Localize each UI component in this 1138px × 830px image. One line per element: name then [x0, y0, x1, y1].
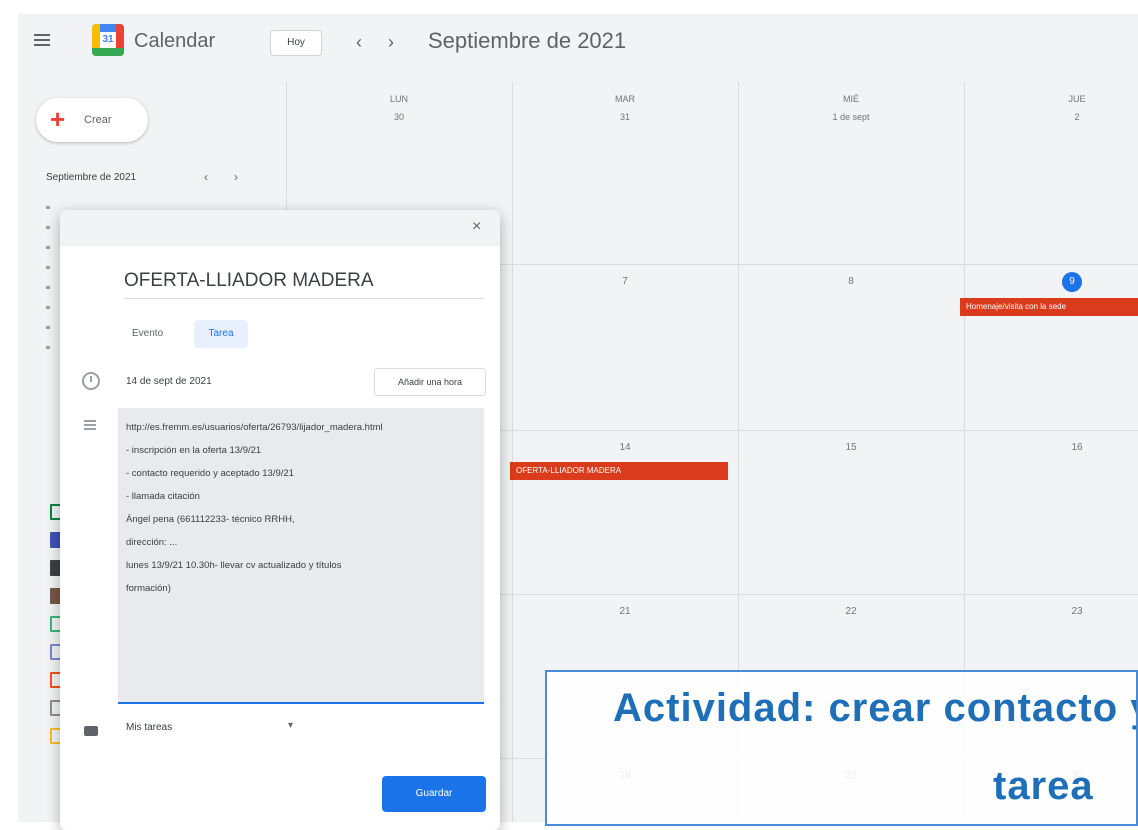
tab-event[interactable]: Evento: [132, 328, 163, 339]
description-line: dirección: ...: [126, 537, 178, 548]
add-time-button[interactable]: Añadir una hora: [374, 368, 486, 396]
description-line: formación): [126, 583, 171, 594]
previous-period-button[interactable]: ‹: [356, 32, 362, 53]
day-header-tue: MAR: [615, 94, 635, 104]
cell-date[interactable]: 23: [964, 606, 1138, 617]
plus-icon: +: [50, 104, 66, 134]
close-icon[interactable]: ×: [472, 218, 481, 236]
mini-calendar-day[interactable]: [46, 266, 50, 269]
cell-date[interactable]: 16: [964, 442, 1138, 453]
mini-calendar-day[interactable]: [46, 286, 50, 289]
mini-calendar-day[interactable]: [46, 206, 50, 209]
day-header-mon: LUN: [389, 94, 408, 104]
main-menu-icon[interactable]: [34, 34, 50, 46]
create-button[interactable]: + Crear: [36, 98, 148, 142]
mini-calendar-day[interactable]: [46, 326, 50, 329]
create-label: Crear: [84, 114, 112, 126]
chevron-down-icon[interactable]: ▾: [288, 720, 293, 731]
mini-calendar-day[interactable]: [46, 346, 50, 349]
mini-calendar-day[interactable]: [46, 226, 50, 229]
description-line: - contacto requerido y aceptado 13/9/21: [126, 468, 294, 479]
tab-task[interactable]: Tarea: [194, 320, 248, 348]
calendar-task-event[interactable]: OFERTA-LLIADOR MADERA: [510, 462, 728, 480]
day-date-mon[interactable]: 30: [286, 112, 512, 122]
mini-calendar-day[interactable]: [46, 306, 50, 309]
banner-line-1: Actividad: crear contacto y: [613, 686, 1138, 730]
cell-date[interactable]: 21: [512, 606, 738, 617]
day-date-tue[interactable]: 31: [512, 112, 738, 122]
task-title-input[interactable]: OFERTA-LLIADOR MADERA: [124, 270, 484, 299]
mini-calendar-prev-button[interactable]: ‹: [204, 170, 208, 184]
save-button[interactable]: Guardar: [382, 776, 486, 812]
task-date-field[interactable]: 14 de sept de 2021: [126, 376, 212, 387]
today-button[interactable]: Hoy: [270, 30, 322, 56]
day-header-thu: JUE: [1068, 94, 1086, 104]
description-textarea[interactable]: http://es.fremm.es/usuarios/oferta/26793…: [118, 408, 484, 704]
description-line: - llamada citación: [126, 491, 200, 502]
day-date-thu[interactable]: 2: [964, 112, 1138, 122]
description-line: http://es.fremm.es/usuarios/oferta/26793…: [126, 422, 383, 433]
dialog-header: [60, 210, 500, 246]
description-icon: [84, 420, 96, 430]
mini-calendar-title: Septiembre de 2021: [46, 172, 137, 183]
calendar-logo-icon: 31: [92, 24, 124, 56]
cell-date[interactable]: 22: [738, 606, 964, 617]
task-list-icon: [84, 726, 98, 736]
day-header-wed: MIÉ: [842, 94, 859, 104]
app-title: Calendar: [134, 30, 216, 52]
task-dialog: × OFERTA-LLIADOR MADERA Evento Tarea 14 …: [60, 210, 500, 830]
banner-line-2: tarea: [993, 764, 1094, 808]
cell-date[interactable]: 14: [512, 442, 738, 453]
next-period-button[interactable]: ›: [388, 32, 394, 53]
day-date-wed[interactable]: 1 de sept: [738, 112, 964, 122]
activity-banner: Actividad: crear contacto y tarea: [545, 670, 1138, 826]
cell-date[interactable]: 8: [738, 276, 964, 287]
calendar-event[interactable]: Homenaje/visita con la sede: [960, 298, 1138, 316]
today-date-marker[interactable]: 9: [1062, 272, 1082, 292]
description-line: lunes 13/9/21 10.30h- llevar cv actualiz…: [126, 560, 342, 571]
mini-calendar-next-button[interactable]: ›: [234, 170, 238, 184]
clock-icon: [82, 372, 100, 390]
current-period-title: Septiembre de 2021: [428, 28, 627, 53]
cell-date[interactable]: 15: [738, 442, 964, 453]
description-line: - inscripción en la oferta 13/9/21: [126, 445, 262, 456]
cell-date[interactable]: 7: [512, 276, 738, 287]
description-line: Ángel pena (661112233- técnico RRHH,: [126, 514, 295, 525]
task-list-select[interactable]: Mis tareas: [126, 722, 172, 733]
mini-calendar-day[interactable]: [46, 246, 50, 249]
